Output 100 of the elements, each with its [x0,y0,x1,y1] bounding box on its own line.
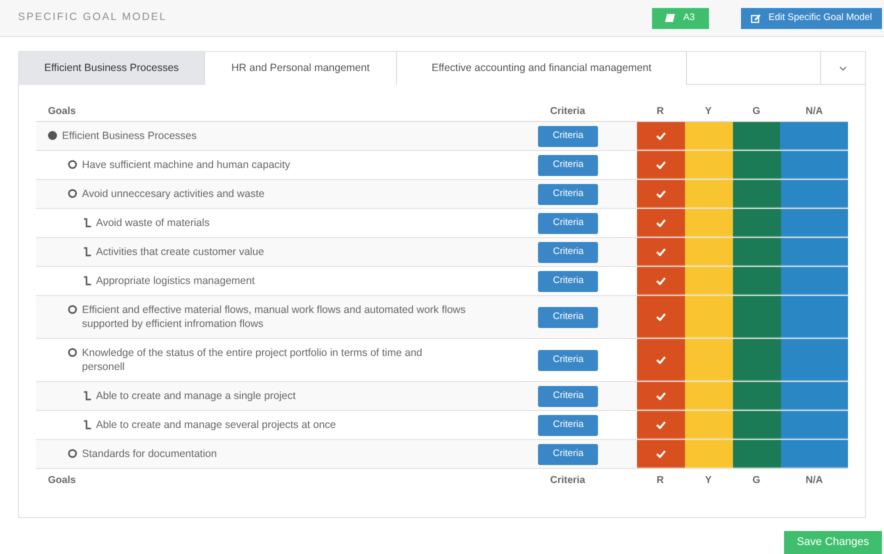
rating-cell[interactable] [684,440,733,468]
edit-icon [750,14,760,22]
column-header: Criteria [550,105,586,119]
check-icon [656,132,666,140]
goal-label: Appropriate logistics management [96,274,255,288]
rating-cell[interactable] [780,122,848,150]
rating-cell[interactable] [780,440,848,468]
column-header: Y [704,474,712,488]
rating-cell[interactable] [636,339,685,381]
tab[interactable]: Efficient Business Processes [19,52,205,85]
rating-cell[interactable] [636,382,685,410]
rating-cell[interactable] [732,151,780,179]
check-icon [656,190,666,198]
tab[interactable]: HR and Personal mangement [205,52,397,85]
rating-cell[interactable] [684,411,733,439]
goal-label: Activities that create customer value [96,245,264,259]
check-icon [656,218,666,226]
goal-label: Efficient Business Processes [62,129,197,143]
check-icon [656,276,666,284]
rating-cell[interactable] [732,382,781,410]
column-header: R [656,105,664,119]
column-header: G [752,474,760,488]
rating-cell[interactable] [684,382,733,410]
criteria-button[interactable]: Criteria [538,212,598,234]
rating-cell[interactable] [636,180,685,208]
column-header: R [656,474,664,488]
check-icon [656,392,666,400]
criteria-button[interactable]: Criteria [538,270,598,292]
circle-icon [68,348,77,357]
check-icon [656,160,666,168]
rating-cell[interactable] [684,209,733,237]
goal-label: Have sufficient machine and human capacity [82,158,290,172]
level-down-icon [84,247,91,257]
rating-cell[interactable] [684,238,733,266]
level-down-icon [84,420,91,430]
goal-label: Efficient and effective material flows, manual work flows and automated work flows supported by efficient infromation flows [82,303,467,331]
criteria-button[interactable]: Criteria [538,386,598,406]
rating-cell[interactable] [732,296,780,338]
rating-cell[interactable] [636,238,685,266]
rating-cell[interactable] [780,267,848,295]
rating-cell[interactable] [732,440,780,468]
rating-cell[interactable] [780,180,848,208]
check-icon [656,248,666,256]
rating-cell[interactable] [636,296,685,338]
save-changes-button[interactable]: Save Changes [784,531,882,554]
rating-cell[interactable] [684,339,733,381]
goal-label: Standards for documentation [82,447,217,461]
goal-label: Knowledge of the status of the entire project portfolio in terms of time and personell [82,346,424,374]
rating-cell[interactable] [780,296,848,338]
criteria-button[interactable]: Criteria [538,306,598,328]
rating-cell[interactable] [780,339,848,381]
criteria-button[interactable]: Criteria [538,350,598,370]
criteria-button[interactable]: Criteria [538,414,598,436]
goal-label: Avoid waste of materials [96,216,210,230]
rating-cell[interactable] [684,296,733,338]
column-header: G [752,105,760,119]
rating-cell[interactable] [636,440,685,468]
rating-cell[interactable] [780,209,848,237]
rating-cell[interactable] [780,238,848,266]
rating-cell[interactable] [732,238,781,266]
rating-cell[interactable] [636,151,685,179]
criteria-button[interactable]: Criteria [538,242,598,262]
rating-cell[interactable] [684,151,733,179]
criteria-button[interactable]: Criteria [538,184,598,204]
rating-cell[interactable] [732,180,780,208]
a3-button[interactable]: A3 [652,8,708,28]
column-header: Goals [48,105,76,119]
rating-cell[interactable] [684,267,733,295]
rating-cell[interactable] [684,122,732,150]
rating-cell[interactable] [780,151,848,179]
rating-cell[interactable] [780,411,848,439]
column-header: Y [704,105,712,119]
rating-cell[interactable] [732,209,781,237]
check-icon [656,312,666,320]
criteria-button[interactable]: Criteria [538,444,598,464]
level-down-icon [84,218,91,228]
rating-cell[interactable] [684,180,733,208]
filled-circle-icon [48,131,57,140]
column-header: Criteria [550,474,586,488]
chevron-down-icon [839,66,847,71]
column-header: Goals [48,474,76,488]
goal-label: Able to create and manage several projects at once [96,418,336,432]
rating-cell[interactable] [636,411,685,439]
level-down-icon [84,391,91,401]
rating-cell[interactable] [636,267,685,295]
goal-label: Avoid unneccesary activities and waste [82,187,264,201]
rating-cell[interactable] [636,209,685,237]
criteria-button[interactable]: Criteria [538,126,598,146]
rating-cell[interactable] [732,122,780,150]
circle-icon [68,305,77,314]
circle-icon [68,160,77,169]
column-header: N/A [806,474,823,488]
rating-cell[interactable] [732,411,781,439]
edit-goal-model-button[interactable]: Edit Specific Goal Model [740,8,882,28]
rating-cell[interactable] [732,267,781,295]
criteria-button[interactable]: Criteria [538,154,598,176]
rating-cell[interactable] [636,122,685,150]
rating-cell[interactable] [780,382,848,410]
rating-cell[interactable] [732,339,780,381]
tab[interactable]: Effective accounting and financial management [397,52,687,85]
